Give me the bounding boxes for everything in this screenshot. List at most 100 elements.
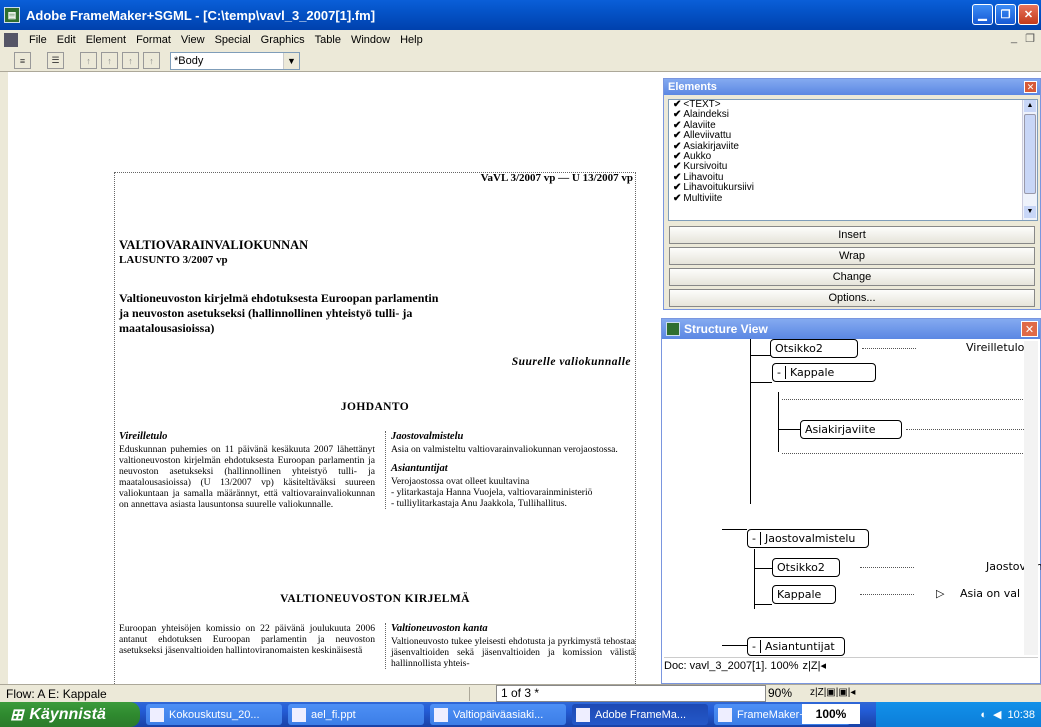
tree-line	[754, 568, 772, 569]
structure-node-kappale-child[interactable]: Kappale	[772, 585, 836, 604]
structure-node-asiakirjaviite[interactable]: Asiakirjaviite	[800, 420, 902, 439]
check-icon: ✔	[673, 161, 682, 173]
volume-icon[interactable]: ◀	[993, 708, 1001, 721]
structure-node-otsikko2-child[interactable]: Otsikko2	[772, 558, 840, 577]
maximize-button[interactable]: ❐	[995, 4, 1016, 25]
structure-node-otsikko2[interactable]: Otsikko2	[770, 339, 858, 358]
list-item[interactable]: ✔ Lihavoitukursiivi	[673, 183, 1037, 193]
list-item[interactable]: ✔ Multiviite	[673, 193, 1037, 204]
insert-button[interactable]: Insert	[669, 226, 1035, 244]
structure-scrollbar[interactable]	[1024, 341, 1038, 655]
scroll-down-icon[interactable]: ▼	[1024, 206, 1036, 218]
vireilletulo-text: Eduskunnan puhemies on 11 päivänä kesäku…	[119, 444, 375, 510]
network-icon[interactable]: ◐	[980, 709, 987, 721]
vireilletulo-column[interactable]: Vireilletulo Eduskunnan puhemies on 11 p…	[119, 431, 375, 510]
framemaker-icon[interactable]: ▤	[4, 7, 20, 23]
menu-view[interactable]: View	[176, 34, 210, 46]
menu-element[interactable]: Element	[81, 34, 131, 46]
elements-panel-header[interactable]: Elements	[664, 79, 1040, 95]
demote-icon[interactable]: ↑	[101, 52, 118, 69]
status-bar: Flow: A E: Kappale 1 of 3 * 90% z|Z|▣|▣|…	[0, 684, 1041, 702]
check-icon: ✔	[673, 99, 682, 110]
list-item[interactable]: ✔ Kursivoitu	[673, 162, 1037, 172]
clock[interactable]: 10:38	[1007, 709, 1035, 721]
close-button[interactable]: ✕	[1018, 4, 1039, 25]
options-button[interactable]: Options...	[669, 289, 1035, 307]
doc-restore-icon[interactable]: ❐	[1025, 32, 1035, 45]
check-icon: ✔	[673, 140, 682, 152]
tree-dots	[782, 399, 1037, 400]
list-item[interactable]: ✔ Asiakirjaviite	[673, 140, 1037, 152]
tree-line	[750, 339, 751, 504]
structure-node-kappale[interactable]: - Kappale	[772, 363, 876, 382]
zoom-controls-icon[interactable]: z|Z|▣|▣|◂	[810, 687, 855, 698]
promote-icon[interactable]: ↑	[80, 52, 97, 69]
framemaker-icon	[576, 707, 590, 722]
kanta-column[interactable]: Valtioneuvoston kanta Valtioneuvosto tuk…	[385, 623, 635, 669]
close-icon[interactable]: ✕	[1024, 81, 1037, 93]
menu-special[interactable]: Special	[210, 34, 256, 46]
doc-minimize-icon[interactable]: _	[1011, 32, 1017, 45]
zoom-level[interactable]: 90%	[768, 686, 792, 700]
section-heading-johdanto: JOHDANTO	[340, 401, 410, 413]
collapse-icon[interactable]: -	[752, 640, 761, 653]
tree-dots	[906, 429, 1036, 430]
structure-node-asiantuntijat[interactable]: - Asiantuntijat	[747, 637, 845, 656]
move-up-icon[interactable]: ↑	[122, 52, 139, 69]
jaosto-title: Jaostovalmistelu	[391, 431, 464, 442]
close-icon[interactable]: ✕	[1021, 321, 1038, 337]
paragraph-tag-select[interactable]: *Body ▼	[170, 51, 300, 70]
menu-edit[interactable]: Edit	[52, 34, 81, 46]
tree-dots	[862, 348, 916, 349]
structure-doc-status: Doc: vavl_3_2007[1]. 100%	[664, 659, 799, 672]
bottom-left-column[interactable]: Euroopan yhteisöjen komissio on 22 päivä…	[119, 623, 375, 656]
menu-format[interactable]: Format	[131, 34, 176, 46]
tree-line	[722, 645, 747, 646]
menu-bar: File Edit Element Format View Special Gr…	[0, 30, 1041, 50]
structure-view: Structure View ✕ Otsikko2 Vireilletulo -…	[661, 318, 1041, 684]
structure-view-header[interactable]: Structure View	[662, 319, 1040, 339]
menu-help[interactable]: Help	[395, 34, 428, 46]
minimize-button[interactable]: ▁	[972, 4, 993, 25]
list-item[interactable]: ✔ Aukko	[673, 151, 1037, 162]
wrap-button[interactable]: Wrap	[669, 247, 1035, 265]
elements-scrollbar[interactable]: ▲ ▼	[1022, 100, 1037, 220]
collapse-icon[interactable]: -	[752, 532, 761, 545]
justify-icon[interactable]: ☰	[47, 52, 64, 69]
menu-file[interactable]: File	[24, 34, 52, 46]
zoom-percent-indicator[interactable]: 100%	[802, 704, 860, 724]
chevron-down-icon[interactable]: ▼	[283, 52, 299, 69]
menu-window[interactable]: Window	[346, 34, 395, 46]
align-left-icon[interactable]: ≡	[14, 52, 31, 69]
scroll-up-icon[interactable]: ▲	[1024, 100, 1036, 112]
taskbar-item-valtiopaiva[interactable]: Valtiopäiväasiaki...	[430, 704, 566, 725]
menu-table[interactable]: Table	[310, 34, 346, 46]
check-icon: ✔	[673, 171, 682, 183]
scroll-thumb[interactable]	[1024, 114, 1036, 194]
jaosto-column[interactable]: Jaostovalmistelu Asia on valmisteltu val…	[385, 431, 635, 509]
zoom-controls-icon[interactable]: z|Z|◂	[803, 659, 826, 672]
framemaker-icon	[666, 322, 680, 336]
taskbar-item-ppt[interactable]: ael_fi.ppt	[288, 704, 424, 725]
page-indicator[interactable]: 1 of 3 *	[496, 685, 766, 702]
change-button[interactable]: Change	[669, 268, 1035, 286]
tree-dots	[860, 594, 914, 595]
powerpoint-icon	[434, 707, 448, 722]
running-head: VaVL 3/2007 vp — U 13/2007 vp	[480, 172, 633, 184]
elements-list[interactable]: ✔ <TEXT> ✔ Alaindeksi ✔ Alaviite ✔ Alleviiva…	[668, 99, 1038, 221]
collapse-icon[interactable]: -	[777, 366, 786, 379]
move-down-icon[interactable]: ↑	[143, 52, 160, 69]
document-page[interactable]: VaVL 3/2007 vp — U 13/2007 vp VALTIOVARA…	[114, 172, 636, 684]
asiantuntijat-title: Asiantuntijat	[391, 463, 448, 474]
document-heading: VALTIOVARAINVALIOKUNNAN LAUSUNTO 3/2007 …	[119, 238, 308, 268]
tree-dots	[860, 567, 914, 568]
document-icon[interactable]	[4, 33, 18, 47]
expand-arrow-icon[interactable]: ▷	[936, 587, 944, 600]
taskbar-item-kokouskutsu[interactable]: Kokouskutsu_20...	[146, 704, 282, 725]
list-item[interactable]: ✔ Alaindeksi	[673, 110, 1037, 120]
taskbar-item-framemaker[interactable]: Adobe FrameMa...	[572, 704, 708, 725]
section-heading-kirjelma: VALTIONEUVOSTON KIRJELMÄ	[280, 593, 470, 605]
menu-graphics[interactable]: Graphics	[256, 34, 310, 46]
structure-node-jaostovalmistelu[interactable]: - Jaostovalmistelu	[747, 529, 869, 548]
start-button[interactable]: ⊞ Käynnistä	[0, 702, 140, 727]
